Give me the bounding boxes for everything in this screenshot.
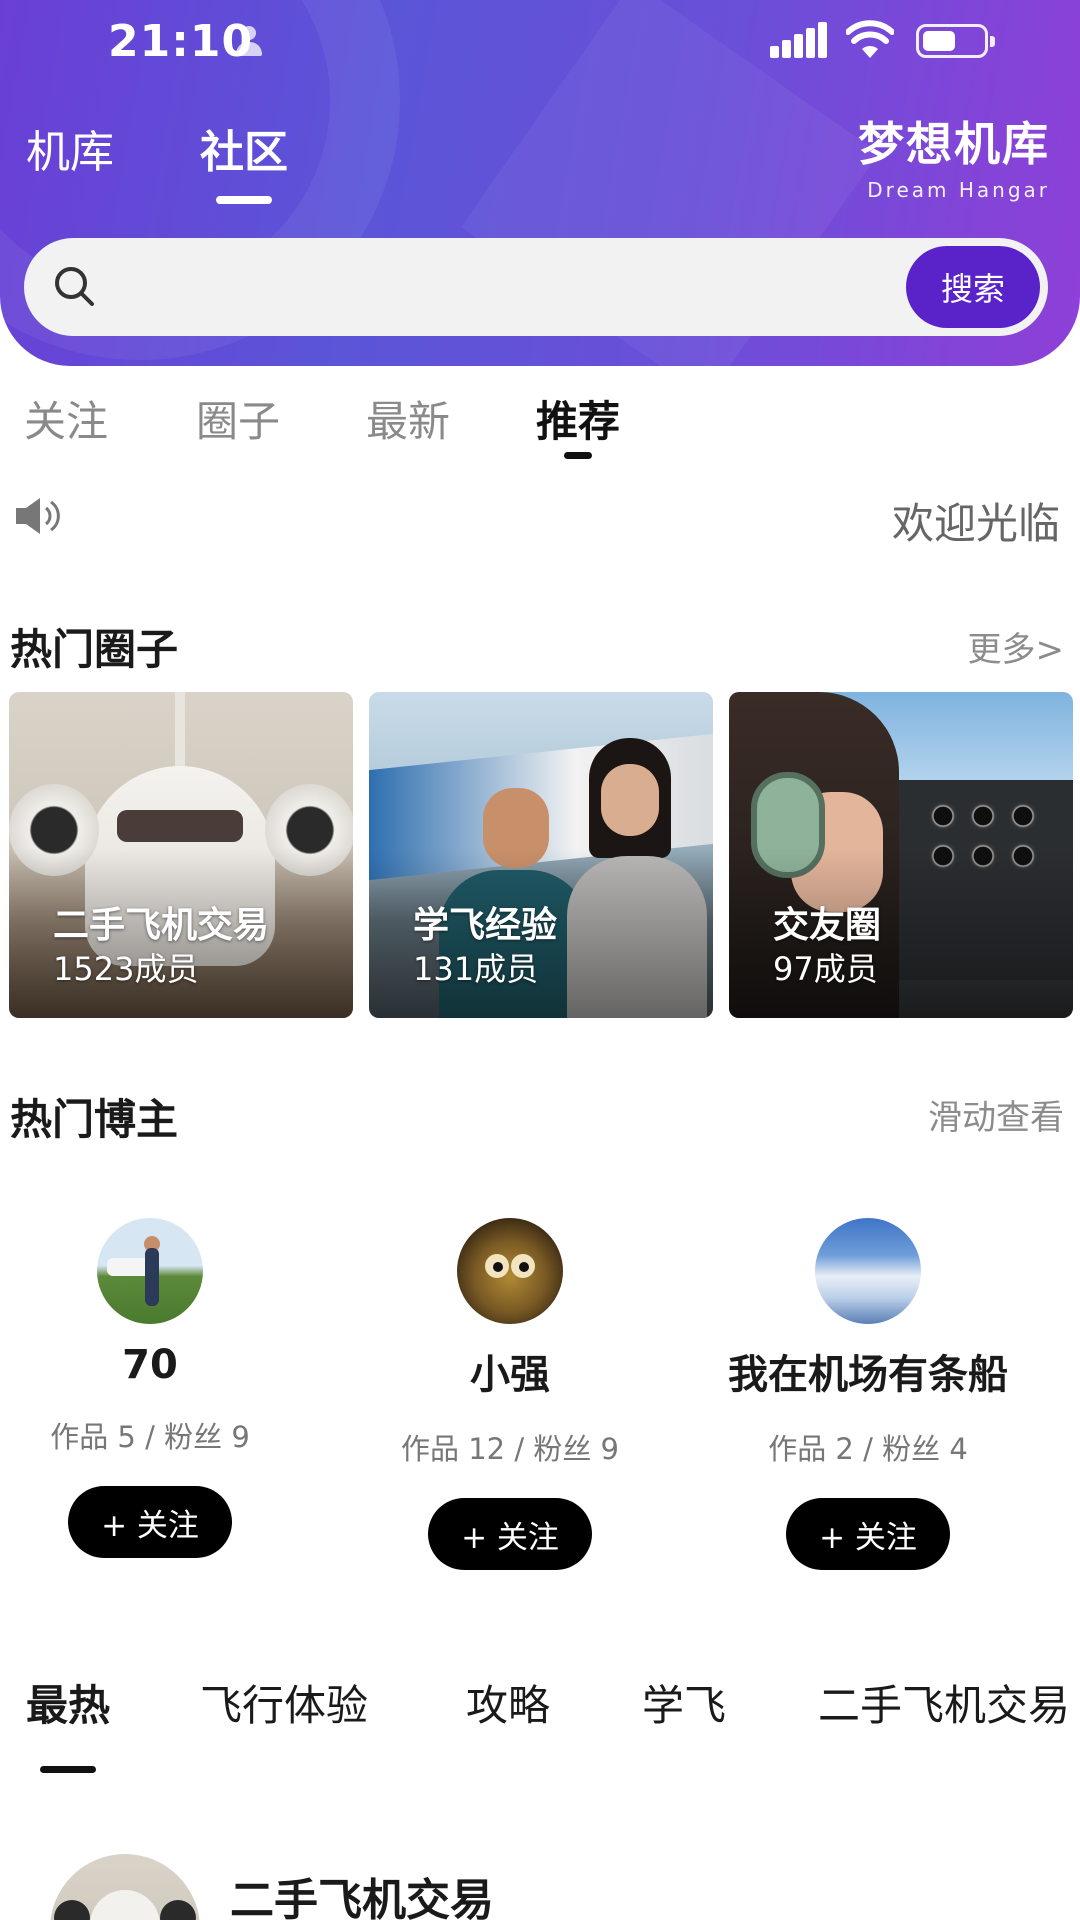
speaker-icon (16, 498, 60, 534)
avatar[interactable] (97, 1218, 203, 1324)
category-tab-hottest[interactable]: 最热 (26, 1672, 110, 1733)
tab-hangar[interactable]: 机库 (26, 116, 114, 180)
brand-name-cn: 梦想机库 (858, 117, 1050, 171)
search-input[interactable] (120, 256, 900, 318)
circle-name: 二手飞机交易 (53, 905, 270, 946)
more-circles-link[interactable]: 更多> (968, 622, 1065, 671)
status-time: 21:10 (108, 16, 254, 67)
swipe-hint: 滑动查看 (928, 1098, 1064, 1138)
tab-circles[interactable]: 圈子 (196, 388, 280, 449)
circle-member-count: 131成员 (413, 950, 539, 988)
follow-button[interactable]: + 关注 (428, 1498, 592, 1570)
tab-community[interactable]: 社区 (200, 116, 288, 180)
blogger-card: 小强 作品 12 / 粉丝 9 + 关注 (340, 1218, 680, 1570)
active-tab-indicator (216, 196, 272, 204)
avatar[interactable] (457, 1218, 563, 1324)
search-bar: 搜索 (24, 238, 1048, 336)
notice-text: 欢迎光临 (891, 499, 1060, 548)
feed-item-avatar[interactable] (50, 1854, 200, 1920)
follow-button[interactable]: + 关注 (68, 1486, 232, 1558)
category-tab-learn-flying[interactable]: 学飞 (642, 1672, 726, 1733)
active-category-indicator (40, 1766, 96, 1773)
circle-card-flight-learning[interactable]: 学飞经验 131成员 (369, 692, 713, 1018)
hot-circles-title: 热门圈子 (10, 625, 179, 674)
search-button[interactable]: 搜索 (906, 246, 1040, 328)
tab-following[interactable]: 关注 (24, 388, 108, 449)
blogger-name[interactable]: 我在机场有条船 (698, 1342, 1038, 1400)
blogger-name[interactable]: 70 (0, 1342, 320, 1388)
follow-button[interactable]: + 关注 (786, 1498, 950, 1570)
battery-icon (916, 24, 995, 58)
person-icon (234, 26, 262, 58)
feed-item-title[interactable]: 二手飞机交易 (230, 1864, 494, 1920)
blogger-stats: 作品 12 / 粉丝 9 (401, 1432, 619, 1466)
category-tab-flight-experience[interactable]: 飞行体验 (200, 1672, 368, 1733)
brand-logo: 梦想机库 Dream Hangar (858, 108, 1050, 202)
circle-name: 学飞经验 (413, 905, 558, 946)
blogger-name[interactable]: 小强 (340, 1342, 680, 1400)
status-bar: 21:10 (0, 0, 1080, 90)
blogger-stats: 作品 5 / 粉丝 9 (50, 1420, 250, 1454)
category-tab-used-aircraft[interactable]: 二手飞机交易 (818, 1672, 1070, 1733)
circle-card-used-aircraft[interactable]: 二手飞机交易 1523成员 (9, 692, 353, 1018)
brand-name-en: Dream Hangar (867, 178, 1050, 202)
blogger-stats: 作品 2 / 粉丝 4 (768, 1432, 968, 1466)
category-tab-guides[interactable]: 攻略 (466, 1672, 550, 1733)
avatar[interactable] (815, 1218, 921, 1324)
circle-member-count: 97成员 (773, 950, 878, 988)
active-subtab-indicator (564, 452, 592, 459)
circle-card-friends[interactable]: 交友圈 97成员 (729, 692, 1073, 1018)
hot-bloggers-title: 热门博主 (10, 1095, 179, 1144)
tab-recommended[interactable]: 推荐 (536, 388, 620, 449)
blogger-card: 70 作品 5 / 粉丝 9 + 关注 (0, 1218, 320, 1558)
search-icon (55, 267, 94, 306)
header-banner: 21:10 机库 社区 梦想机库 Dream Hangar 搜索 (0, 0, 1080, 366)
wifi-icon (846, 20, 894, 58)
cellular-signal-icon (770, 22, 828, 58)
circle-name: 交友圈 (773, 905, 882, 946)
blogger-card: 我在机场有条船 作品 2 / 粉丝 4 + 关注 (698, 1218, 1038, 1570)
tab-latest[interactable]: 最新 (366, 388, 450, 449)
circle-member-count: 1523成员 (53, 950, 199, 988)
